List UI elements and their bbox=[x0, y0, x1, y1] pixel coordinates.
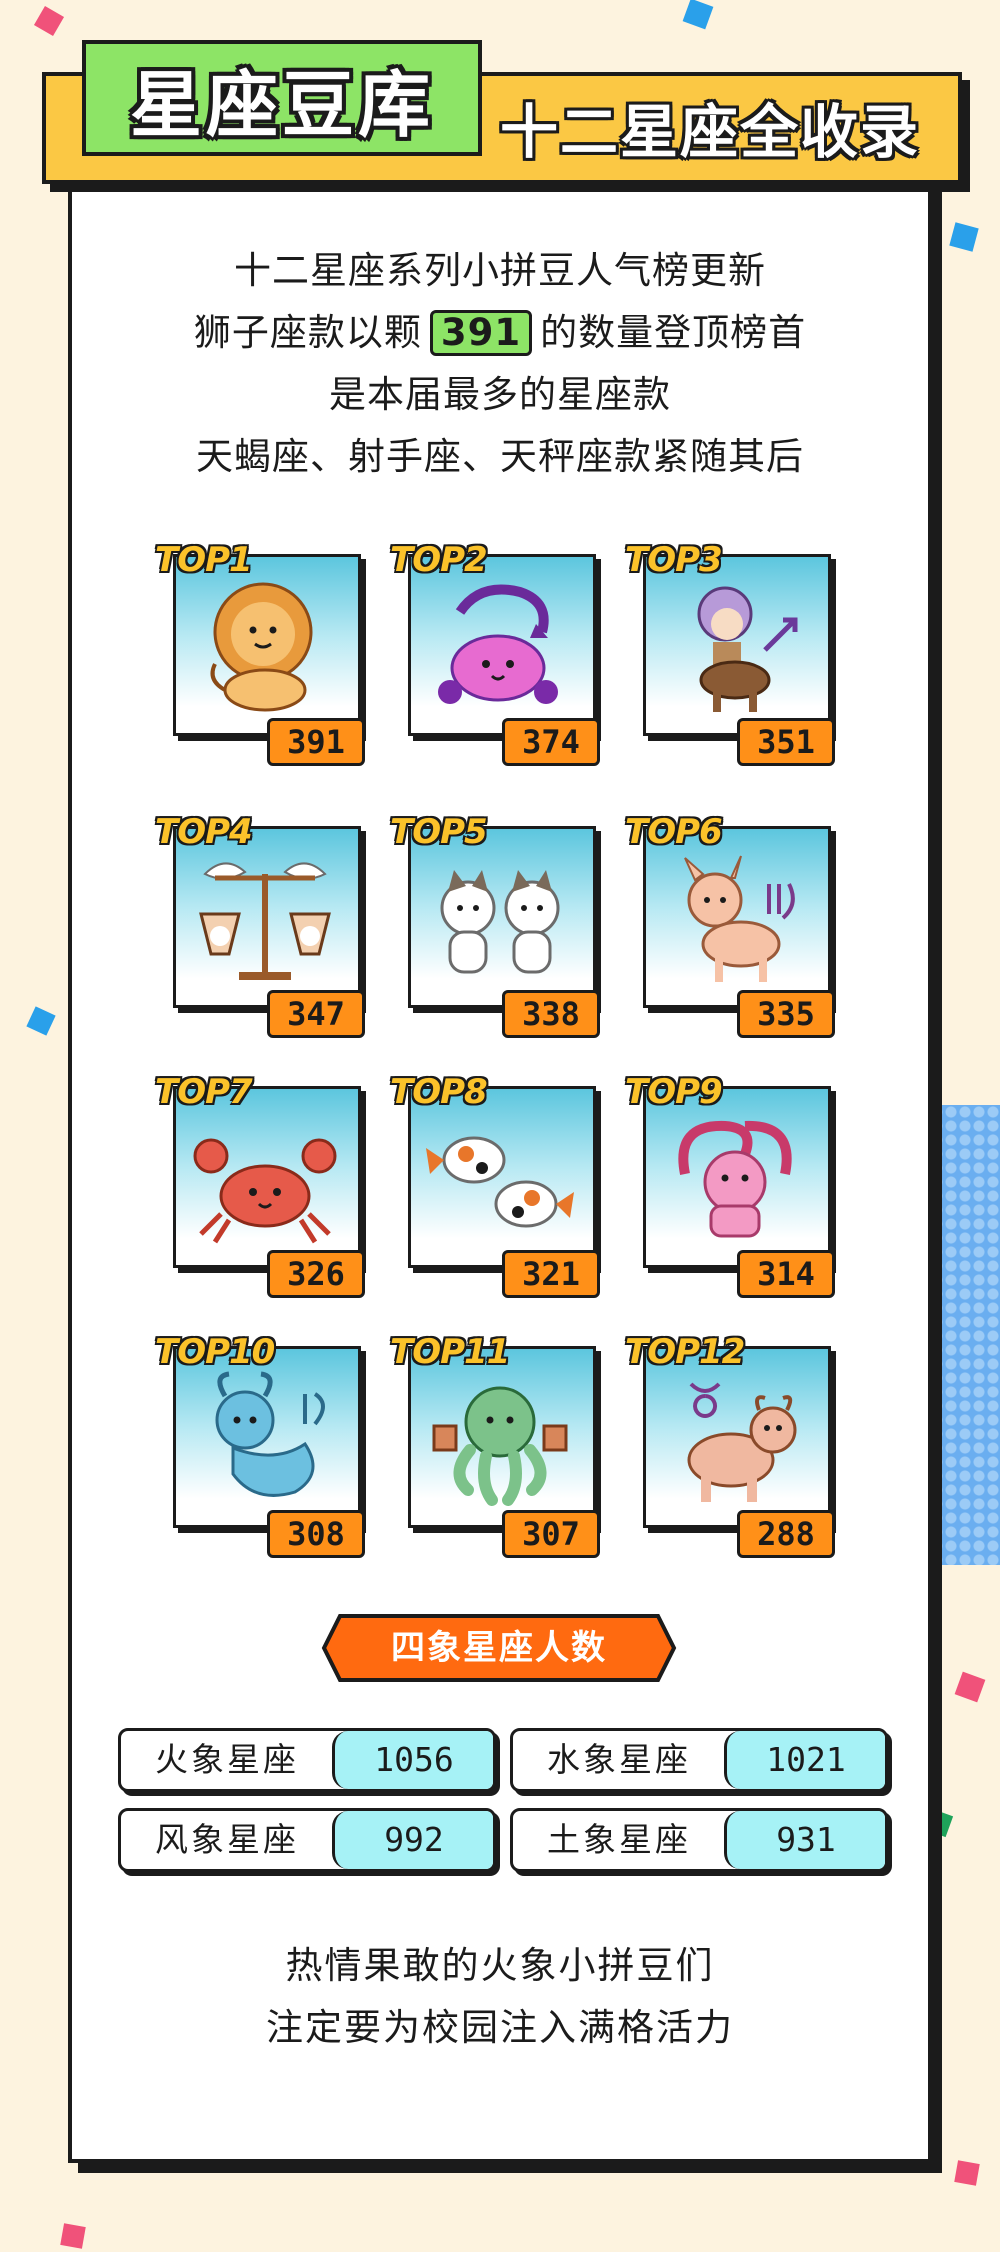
bull-icon bbox=[687, 1382, 797, 1502]
rank-label: TOP1 bbox=[155, 540, 253, 580]
rank-card-7: TOP7 326 bbox=[155, 1072, 365, 1298]
lion-icon bbox=[210, 582, 313, 712]
page-title: 星座豆库 bbox=[129, 62, 434, 147]
air-signs-label: 风象星座 bbox=[155, 1820, 299, 1859]
outro-text: 热情果敢的火象小拼豆们 注定要为校园注入满格活力 bbox=[68, 1935, 932, 2059]
elements-banner: 四象星座人数 bbox=[318, 1610, 680, 1686]
rank-card-6: TOP6 335 bbox=[625, 812, 835, 1038]
intro-line-1: 十二星座系列小拼豆人气榜更新 bbox=[234, 249, 766, 292]
ram-icon bbox=[678, 1120, 792, 1238]
scorpion-icon bbox=[438, 584, 558, 704]
banner-title: 四象星座人数 bbox=[391, 1628, 607, 1668]
rank-label: TOP3 bbox=[625, 540, 723, 580]
title-box: 星座豆库 bbox=[82, 40, 482, 156]
confetti bbox=[949, 222, 979, 252]
centaur-icon bbox=[697, 586, 798, 712]
rank-label: TOP11 bbox=[390, 1332, 510, 1372]
highlight-number: 391 bbox=[429, 310, 533, 356]
rank-card-3: TOP3 351 bbox=[625, 540, 835, 766]
air-signs-row: 风象星座 992 bbox=[118, 1808, 496, 1872]
scales-icon bbox=[199, 862, 331, 980]
confetti bbox=[954, 1671, 986, 1703]
outro-line-1: 热情果敢的火象小拼豆们 bbox=[285, 1944, 715, 1987]
rank-label: TOP10 bbox=[155, 1332, 275, 1372]
intro-line-2-prefix: 狮子座款以颗 bbox=[193, 311, 422, 354]
dotted-pattern bbox=[930, 1105, 1000, 1565]
rank-count: 308 bbox=[267, 1510, 365, 1558]
rank-count: 351 bbox=[737, 718, 835, 766]
rank-count: 314 bbox=[737, 1250, 835, 1298]
outro-line-2: 注定要为校园注入满格活力 bbox=[266, 2006, 734, 2049]
rank-card-10: TOP10 308 bbox=[155, 1332, 365, 1558]
water-signs-row: 水象星座 1021 bbox=[510, 1728, 888, 1792]
fire-signs-label: 火象星座 bbox=[155, 1740, 299, 1779]
intro-text: 十二星座系列小拼豆人气榜更新 狮子座款以颗 391 的数量登顶榜首 是本届最多的星座… bbox=[68, 240, 932, 488]
sea-goat-icon bbox=[215, 1371, 325, 1497]
fire-signs-value: 1056 bbox=[332, 1731, 493, 1789]
fire-signs-row: 火象星座 1056 bbox=[118, 1728, 496, 1792]
rank-card-4: TOP4 347 bbox=[155, 812, 365, 1038]
rank-label: TOP2 bbox=[390, 540, 488, 580]
rank-label: TOP6 bbox=[625, 812, 723, 852]
water-signs-label: 水象星座 bbox=[547, 1740, 691, 1779]
rank-count: 374 bbox=[502, 718, 600, 766]
rank-label: TOP8 bbox=[390, 1072, 488, 1112]
octopus-icon bbox=[432, 1386, 568, 1506]
rank-count: 288 bbox=[737, 1510, 835, 1558]
confetti bbox=[26, 1006, 56, 1036]
rank-count: 338 bbox=[502, 990, 600, 1038]
rank-label: TOP9 bbox=[625, 1072, 723, 1112]
intro-line-2-suffix: 的数量登顶榜首 bbox=[540, 311, 807, 354]
rank-count: 321 bbox=[502, 1250, 600, 1298]
intro-line-4: 天蝎座、射手座、天秤座款紧随其后 bbox=[196, 435, 804, 478]
rank-count: 391 bbox=[267, 718, 365, 766]
rank-card-11: TOP11 307 bbox=[390, 1332, 600, 1558]
rank-card-2: TOP2 374 bbox=[390, 540, 600, 766]
confetti bbox=[954, 2160, 980, 2186]
intro-line-2: 狮子座款以颗 391 的数量登顶榜首 bbox=[68, 302, 932, 364]
rank-card-1: TOP1 391 bbox=[155, 540, 365, 766]
confetti bbox=[60, 2223, 86, 2249]
confetti bbox=[33, 5, 65, 37]
crab-icon bbox=[193, 1138, 337, 1244]
subtitle-box: 十二星座全收录 bbox=[490, 82, 930, 172]
rank-label: TOP5 bbox=[390, 812, 488, 852]
koi-fish-icon bbox=[426, 1136, 574, 1228]
water-signs-value: 1021 bbox=[724, 1731, 885, 1789]
rank-card-8: TOP8 321 bbox=[390, 1072, 600, 1298]
rank-count: 326 bbox=[267, 1250, 365, 1298]
rank-count: 335 bbox=[737, 990, 835, 1038]
rank-card-12: TOP12 288 bbox=[625, 1332, 835, 1558]
rank-count: 347 bbox=[267, 990, 365, 1038]
earth-signs-value: 931 bbox=[724, 1811, 885, 1869]
deer-icon bbox=[684, 855, 795, 982]
confetti bbox=[682, 0, 714, 30]
earth-signs-row: 土象星座 931 bbox=[510, 1808, 888, 1872]
rank-label: TOP12 bbox=[625, 1332, 745, 1372]
rank-card-9: TOP9 314 bbox=[625, 1072, 835, 1298]
page-subtitle: 十二星座全收录 bbox=[499, 98, 920, 166]
rank-card-5: TOP5 338 bbox=[390, 812, 600, 1038]
earth-signs-label: 土象星座 bbox=[547, 1820, 691, 1859]
intro-line-3: 是本届最多的星座款 bbox=[329, 373, 671, 416]
rank-count: 307 bbox=[502, 1510, 600, 1558]
rank-label: TOP7 bbox=[155, 1072, 253, 1112]
twin-cats-icon bbox=[440, 870, 560, 974]
rank-label: TOP4 bbox=[155, 812, 253, 852]
air-signs-value: 992 bbox=[332, 1811, 493, 1869]
